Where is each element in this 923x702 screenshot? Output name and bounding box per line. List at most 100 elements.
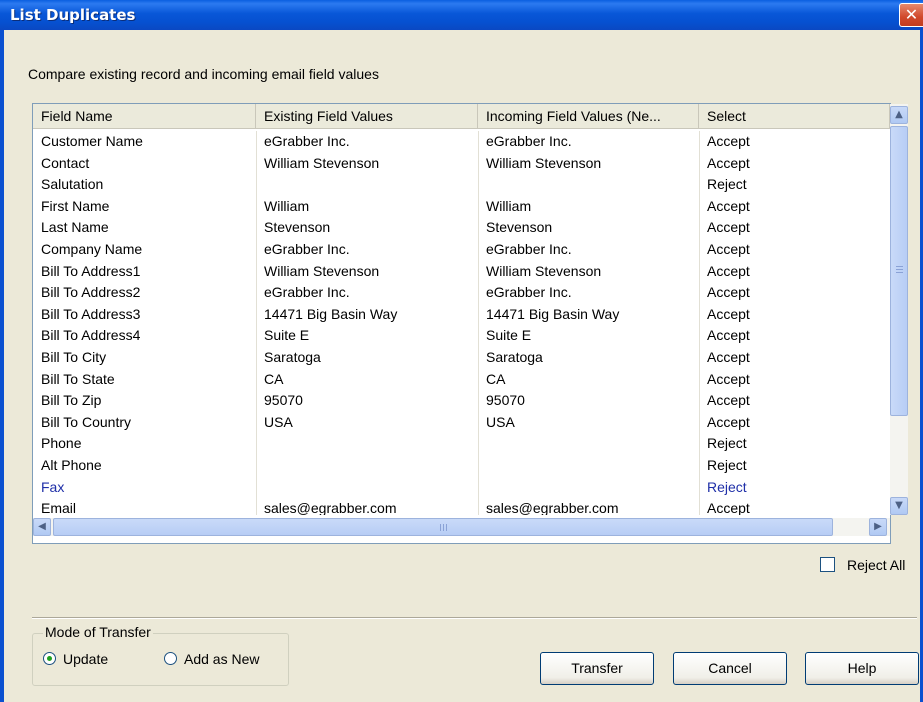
- table-row[interactable]: Bill To Address1 William Stevenson William…: [33, 261, 889, 283]
- select-cell[interactable]: Accept: [707, 196, 887, 218]
- table-row[interactable]: Contact William Stevenson William Stevenso…: [33, 153, 889, 175]
- field-name-cell: Bill To Address4: [41, 327, 141, 344]
- table-row[interactable]: Salutation Reject: [33, 174, 889, 196]
- field-name-cell: Contact: [41, 154, 90, 171]
- duplicates-grid[interactable]: Field Name Existing Field Values Incomin…: [32, 103, 908, 544]
- select-cell[interactable]: Accept: [707, 390, 887, 412]
- table-row[interactable]: Company Name eGrabber Inc. eGrabber Inc. Ac…: [33, 239, 889, 261]
- select-cell[interactable]: Accept: [707, 217, 887, 239]
- select-cell[interactable]: Accept: [707, 325, 887, 347]
- existing-value-cell: [264, 455, 479, 477]
- existing-value-cell: USA: [264, 413, 293, 430]
- incoming-value-cell: [486, 174, 698, 196]
- update-label: Update: [63, 651, 109, 667]
- existing-value-cell: 14471 Big Basin Way: [264, 305, 398, 322]
- table-row[interactable]: First Name William William Accept: [33, 196, 889, 218]
- table-row[interactable]: Alt Phone Reject: [33, 455, 889, 477]
- select-cell[interactable]: Accept: [707, 369, 887, 391]
- scroll-up-icon: ▲: [895, 109, 903, 120]
- existing-value-cell: [264, 433, 479, 455]
- select-cell[interactable]: Reject: [707, 477, 887, 499]
- existing-value-cell: [264, 174, 479, 196]
- existing-value-cell: eGrabber Inc.: [264, 240, 350, 257]
- close-button[interactable]: ✕: [899, 3, 923, 27]
- field-name-cell: Customer Name: [41, 133, 143, 149]
- existing-value-cell: 95070: [264, 392, 303, 409]
- horizontal-scroll-thumb[interactable]: [53, 518, 833, 536]
- scroll-right-button[interactable]: ▶: [869, 518, 887, 536]
- table-row[interactable]: Email sales@egrabber.com sales@egrabber.co…: [33, 498, 889, 515]
- existing-value-cell: Saratoga: [264, 348, 321, 365]
- window-frame-left: [0, 30, 4, 702]
- add-as-new-radio[interactable]: [164, 652, 177, 665]
- transfer-button[interactable]: Transfer: [540, 652, 654, 685]
- scroll-down-button[interactable]: ▼: [890, 497, 908, 515]
- cancel-button[interactable]: Cancel: [673, 652, 787, 685]
- select-cell[interactable]: Reject: [707, 455, 887, 477]
- column-header-incoming-values[interactable]: Incoming Field Values (Ne...: [478, 104, 699, 128]
- grip-line: [440, 524, 441, 531]
- vertical-scrollbar[interactable]: ▲ ▼: [890, 104, 908, 515]
- table-row[interactable]: Bill To Address2 eGrabber Inc. eGrabber In…: [33, 282, 889, 304]
- field-name-cell: Bill To Address1: [41, 262, 141, 279]
- existing-value-cell: William Stevenson: [264, 262, 380, 279]
- instruction-text: Compare existing record and incoming ema…: [28, 66, 379, 82]
- field-name-cell: Bill To Address3: [41, 305, 141, 322]
- column-header-select[interactable]: Select: [699, 104, 890, 128]
- select-cell[interactable]: Accept: [707, 131, 887, 153]
- select-cell[interactable]: Accept: [707, 412, 887, 434]
- incoming-value-cell: USA: [486, 413, 515, 430]
- select-cell[interactable]: Accept: [707, 347, 887, 369]
- table-row[interactable]: Bill To Zip 95070 95070 Accept: [33, 390, 889, 412]
- incoming-value-cell: William: [486, 197, 532, 214]
- table-row[interactable]: Bill To City Saratoga Saratoga Accept: [33, 347, 889, 369]
- field-name-cell: Fax: [41, 478, 65, 495]
- update-radio[interactable]: [43, 652, 56, 665]
- table-row[interactable]: Phone Reject: [33, 433, 889, 455]
- existing-value-cell: William: [264, 197, 310, 214]
- field-name-cell: Phone: [41, 435, 82, 452]
- field-name-cell: Bill To Address2: [41, 284, 141, 301]
- scroll-left-button[interactable]: ◀: [33, 518, 51, 536]
- table-row[interactable]: Customer Name eGrabber Inc. eGrabber Inc. A…: [33, 131, 889, 153]
- scroll-left-icon: ◀: [38, 521, 46, 532]
- incoming-value-cell: eGrabber Inc.: [486, 133, 572, 149]
- vertical-scroll-thumb[interactable]: [890, 126, 908, 416]
- table-row[interactable]: Bill To Country USA USA Accept: [33, 412, 889, 434]
- incoming-value-cell: 14471 Big Basin Way: [486, 305, 620, 322]
- field-name-cell: Alt Phone: [41, 456, 102, 473]
- select-cell[interactable]: Accept: [707, 239, 887, 261]
- table-row[interactable]: Last Name Stevenson Stevenson Accept: [33, 217, 889, 239]
- reject-all-label: Reject All: [847, 557, 906, 573]
- table-row[interactable]: Bill To Address4 Suite E Suite E Accept: [33, 325, 889, 347]
- scroll-down-icon: ▼: [895, 500, 903, 511]
- incoming-value-cell: [486, 455, 698, 477]
- scroll-up-button[interactable]: ▲: [890, 106, 908, 124]
- existing-value-cell: CA: [264, 370, 284, 387]
- table-row[interactable]: Fax Reject: [33, 477, 889, 499]
- table-row[interactable]: Bill To Address3 14471 Big Basin Way 14471…: [33, 304, 889, 326]
- select-cell[interactable]: Accept: [707, 282, 887, 304]
- separator: [32, 617, 917, 619]
- column-header-field-name[interactable]: Field Name: [33, 104, 256, 128]
- field-name-cell: Bill To State: [41, 370, 115, 387]
- incoming-value-cell: Stevenson: [486, 219, 553, 236]
- incoming-value-cell: [486, 477, 698, 499]
- select-cell[interactable]: Reject: [707, 174, 887, 196]
- incoming-value-cell: William Stevenson: [486, 154, 602, 171]
- select-cell[interactable]: Accept: [707, 261, 887, 283]
- select-cell[interactable]: Accept: [707, 498, 887, 515]
- select-cell[interactable]: Accept: [707, 153, 887, 175]
- grip-line: [896, 266, 903, 267]
- field-name-cell: Bill To Zip: [41, 392, 102, 409]
- existing-value-cell: eGrabber Inc.: [264, 133, 350, 149]
- reject-all-checkbox[interactable]: [820, 557, 835, 572]
- field-name-cell: Bill To City: [41, 348, 107, 365]
- existing-value-cell: eGrabber Inc.: [264, 284, 350, 301]
- select-cell[interactable]: Reject: [707, 433, 887, 455]
- horizontal-scrollbar[interactable]: ◀ ▶: [33, 518, 890, 536]
- column-header-existing-values[interactable]: Existing Field Values: [256, 104, 478, 128]
- help-button[interactable]: Help: [805, 652, 919, 685]
- table-row[interactable]: Bill To State CA CA Accept: [33, 369, 889, 391]
- select-cell[interactable]: Accept: [707, 304, 887, 326]
